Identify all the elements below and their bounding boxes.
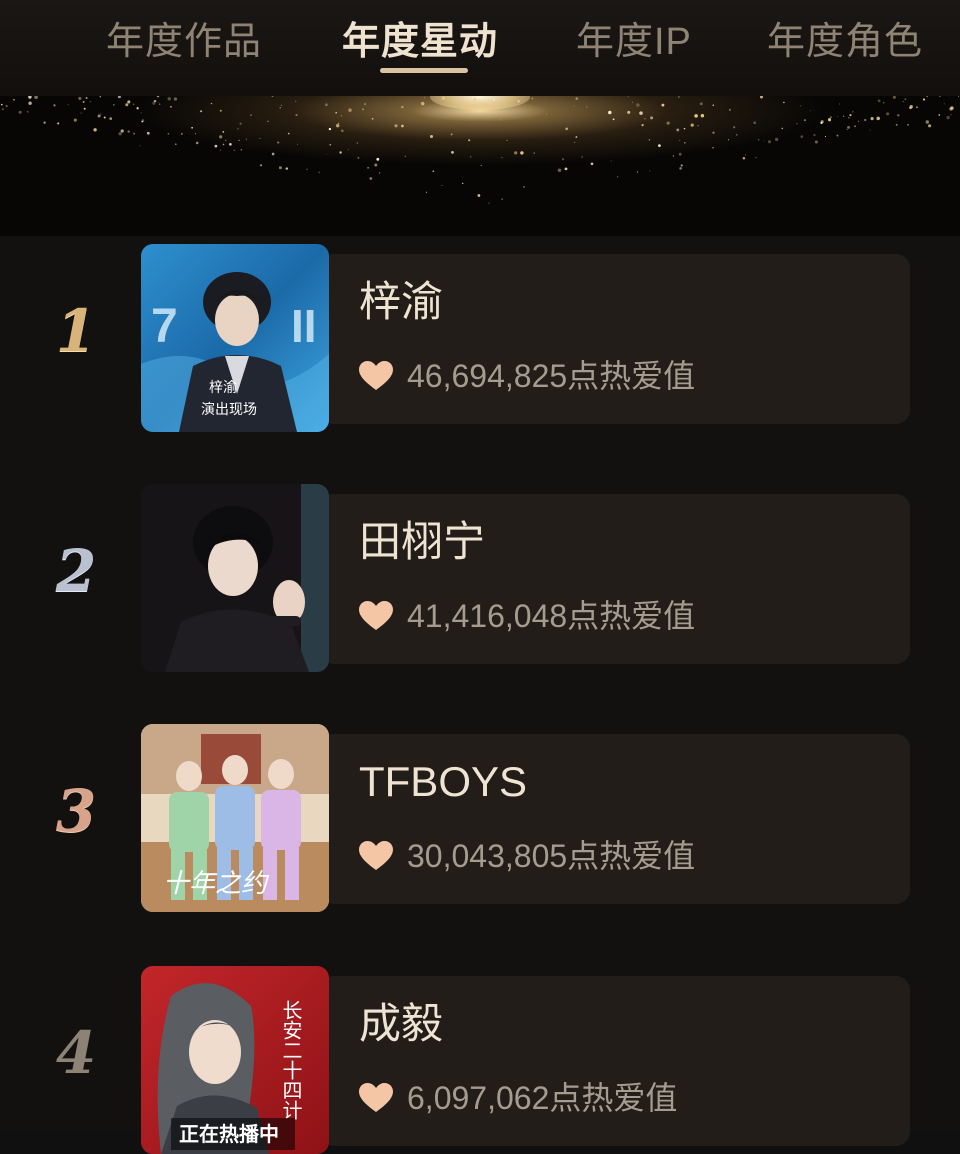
- thumb-caption: 演出现场: [201, 402, 257, 418]
- score-value: 41,416,048: [407, 598, 568, 634]
- star-photo-1[interactable]: 7 II 梓渝 演出现场: [141, 244, 329, 432]
- heart-icon: [359, 601, 393, 630]
- score-unit: 点热爱值: [567, 838, 696, 874]
- thumb-caption: 十年之约: [163, 869, 270, 899]
- ranking-list: 1 7 II 梓渝 演出现场 梓渝 46,694,825点热爱值 2 田栩宁 4…: [0, 236, 960, 1154]
- heart-icon: [359, 841, 393, 870]
- score-line: 41,416,048点热爱值: [359, 594, 695, 638]
- heart-icon: [359, 1083, 393, 1112]
- star-name: TFBOYS: [359, 758, 528, 805]
- header-banner: [0, 96, 960, 236]
- tab-bar: 年度作品 年度星动 年度IP 年度角色: [0, 0, 960, 96]
- star-name: 田栩宁: [359, 518, 486, 565]
- score-value: 30,043,805: [407, 838, 568, 874]
- star-name: 梓渝: [359, 278, 444, 325]
- score-unit: 点热爱值: [567, 358, 696, 394]
- score-value: 6,097,062: [407, 1080, 550, 1116]
- score-unit: 点热爱值: [549, 1080, 678, 1116]
- score-value: 46,694,825: [407, 358, 568, 394]
- thumb-logo-end: II: [291, 300, 317, 352]
- rank-number: 2: [55, 537, 97, 605]
- star-photo-2[interactable]: [141, 484, 329, 672]
- star-photo-3[interactable]: 十年之约: [141, 724, 329, 912]
- tab-annual-stars[interactable]: 年度星动: [342, 14, 498, 70]
- thumb-title: 长安二十四计: [279, 1000, 303, 1120]
- heart-icon: [359, 361, 393, 390]
- gold-sparkles: [0, 96, 960, 204]
- rank-number: 3: [55, 777, 97, 845]
- tab-annual-ip[interactable]: 年度IP: [576, 14, 692, 70]
- ranking-row-2[interactable]: 2 田栩宁 41,416,048点热爱值: [0, 476, 960, 672]
- active-tab-indicator: [380, 68, 468, 73]
- rank-number: 4: [55, 1019, 97, 1087]
- thumb-caption: 梓渝: [209, 380, 237, 396]
- thumb-caption: 正在热播中: [179, 1122, 279, 1146]
- star-name: 成毅: [359, 1000, 444, 1047]
- score-line: 46,694,825点热爱值: [359, 354, 695, 398]
- score-unit: 点热爱值: [567, 598, 696, 634]
- star-photo-4[interactable]: 长安二十四计 正在热播中: [141, 966, 329, 1154]
- score-line: 30,043,805点热爱值: [359, 834, 695, 878]
- tab-annual-works[interactable]: 年度作品: [106, 14, 262, 70]
- ranking-row-1[interactable]: 1 7 II 梓渝 演出现场 梓渝 46,694,825点热爱值: [0, 236, 960, 432]
- ranking-row-4[interactable]: 4 长安二十四计 正在热播中 成毅 6,097,062点热爱值: [0, 958, 960, 1154]
- rank-number: 1: [55, 297, 97, 365]
- ranking-row-3[interactable]: 3 十年之约 TFBOYS 30,043,805点热爱值: [0, 716, 960, 912]
- score-line: 6,097,062点热爱值: [359, 1076, 677, 1120]
- thumb-logo: 7: [151, 300, 178, 353]
- tab-annual-characters[interactable]: 年度角色: [767, 14, 923, 70]
